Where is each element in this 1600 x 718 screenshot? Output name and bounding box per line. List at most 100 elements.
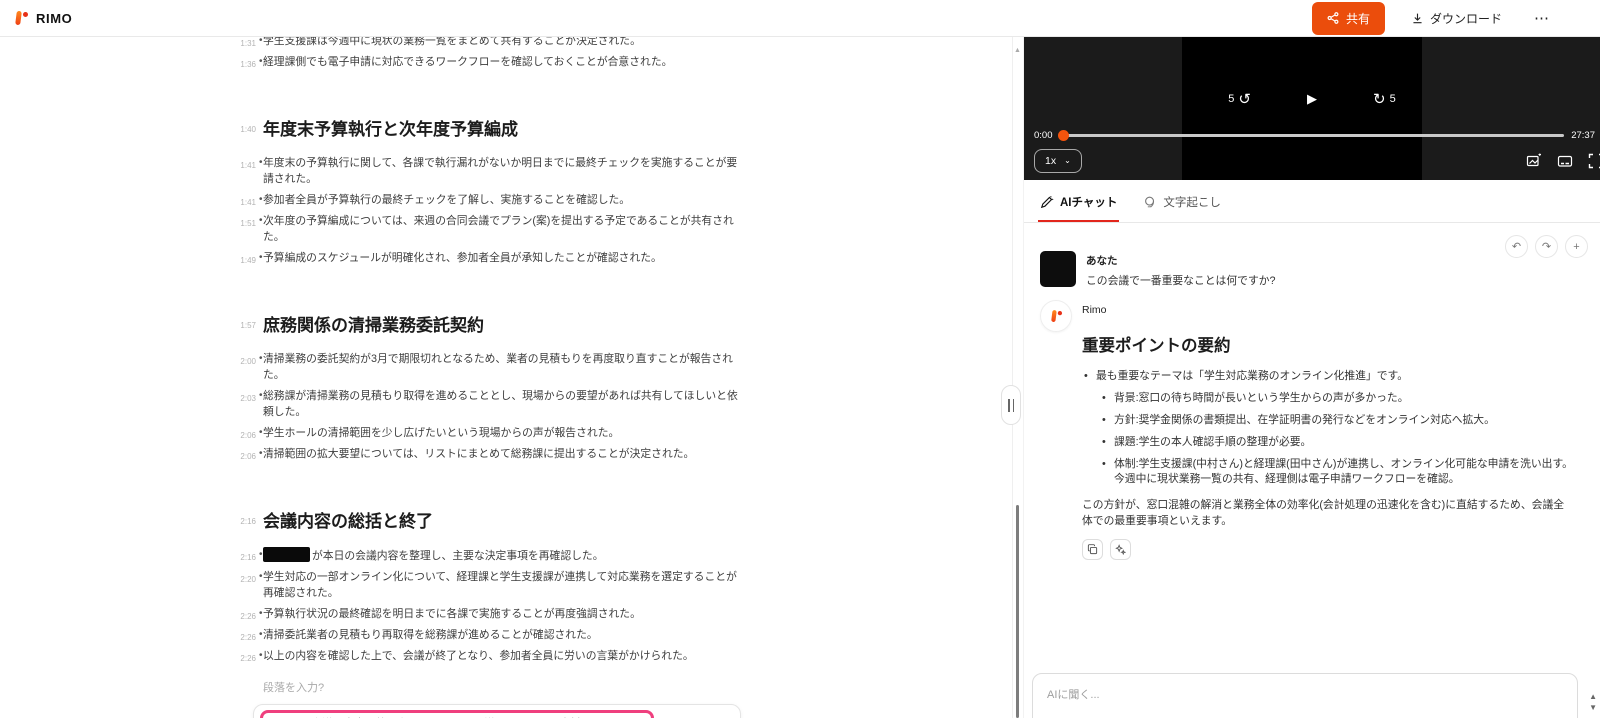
timestamp-link[interactable]: 1:41 — [236, 158, 256, 174]
seek-bar[interactable] — [1057, 130, 1565, 142]
share-icon — [1327, 12, 1339, 24]
doc-bullet-row: 1:41 参加者全員が予算執行の最終チェックを了解し、実施することを確認した。 — [236, 192, 741, 208]
doc-bullet-row: 2:00 清掃業務の委託契約が3月で期限切れとなるため、業者の見積もりを再度取り… — [236, 351, 741, 383]
timestamp-link[interactable]: 2:16 — [236, 517, 256, 526]
section-heading[interactable]: 会議内容の総括と終了 — [263, 512, 433, 531]
doc-section-cleaning: 1:57 庶務関係の清掃業務委託契約 2:00 清掃業務の委託契約が3月で期限切… — [236, 314, 741, 462]
section-heading-row: 1:40 年度末予算執行と次年度予算編成 — [236, 118, 741, 142]
timestamp-link[interactable]: 2:20 — [236, 572, 256, 588]
doc-bullet-row: 1:51 次年度の予算編成については、来週の合同会議でプラン(案)を提出する予定… — [236, 213, 741, 245]
new-chat-button[interactable]: + — [1565, 235, 1588, 258]
bullet-text[interactable]: 以上の内容を確認した上で、会議が終了となり、参加者全員に労いの言葉がかけられた。 — [263, 650, 694, 662]
doc-section-wrapup: 2:16 会議内容の総括と終了 2:16 が本日の会議内容を整理し、主要な決定事… — [236, 510, 741, 664]
timestamp-link[interactable]: 2:06 — [236, 449, 256, 465]
bullet-text[interactable]: 次年度の予算編成については、来週の合同会議でプラン(案)を提出する予定であること… — [263, 215, 734, 243]
ask-ai-input[interactable] — [1045, 688, 1569, 702]
bullet-text[interactable]: 経理課側でも電子申請に対応できるワークフローを確認しておくことが合意された。 — [263, 56, 672, 68]
doc-bullet-row: 2:16 が本日の会議内容を整理し、主要な決定事項を再確認した。 — [236, 547, 741, 564]
bullet-text[interactable]: 総務課が清掃業務の見積もり取得を進めることとし、現場からの要望があれば共有してほ… — [263, 390, 738, 418]
section-heading[interactable]: 年度末予算執行と次年度予算編成 — [263, 120, 518, 139]
bullet-text[interactable]: 清掃委託業者の見積もり再取得を総務課が進めることが確認された。 — [263, 629, 598, 641]
pane-resize-handle[interactable] — [1001, 385, 1021, 425]
bullet-text[interactable]: が本日の会議内容を整理し、主要な決定事項を再確認した。 — [263, 547, 604, 562]
user-name: あなた — [1086, 255, 1118, 267]
bullet-text[interactable]: 学生対応の一部オンライン化について、経理課と学生支援課が連携して対応業務を選定す… — [263, 571, 737, 599]
player-controls: 5 ↺ ▶ ↻ 5 — [1024, 89, 1600, 109]
timestamp-link[interactable]: 1:57 — [236, 321, 256, 330]
scroll-down-arrow[interactable]: ▼ — [1589, 704, 1597, 712]
section-heading-row: 1:57 庶務関係の清掃業務委託契約 — [236, 314, 741, 338]
paragraph-input-placeholder[interactable]: 段落を入力? — [263, 679, 741, 695]
main-area: 1:31 学生支援課は今週中に現状の業務一覧をまとめて共有することが決定された。… — [0, 37, 1600, 718]
rewind-5-button[interactable]: 5 ↺ — [1222, 89, 1257, 109]
timestamp-link[interactable]: 2:26 — [236, 630, 256, 646]
timestamp-link[interactable]: 1:41 — [236, 195, 256, 211]
tab-ai-chat[interactable]: AIチャット — [1037, 182, 1120, 222]
forward-5-button[interactable]: ↻ 5 — [1367, 89, 1402, 109]
more-menu-button[interactable]: ⋯ — [1528, 7, 1556, 29]
video-player[interactable]: 5 ↺ ▶ ↻ 5 0:00 27:37 1x ⌄ — [1024, 37, 1600, 180]
section-heading[interactable]: 庶務関係の清掃業務委託契約 — [263, 316, 484, 335]
ai-pen-icon — [1040, 195, 1054, 209]
bullet-text[interactable]: 清掃業務の委託契約が3月で期限切れとなるため、業者の見積もりを再度取り直すことが… — [263, 353, 733, 381]
bullet-text[interactable]: 予算執行状況の最終確認を明日までに各課で実施することが再度強調された。 — [263, 608, 641, 620]
scrollbar-thumb[interactable] — [1016, 505, 1019, 718]
captions-icon[interactable] — [1557, 153, 1573, 169]
timestamp-link[interactable]: 1:51 — [236, 216, 256, 232]
rimo-logo-text: RIMO — [36, 10, 73, 26]
meeting-notes-document: 1:31 学生支援課は今週中に現状の業務一覧をまとめて共有することが決定された。… — [236, 37, 741, 718]
seek-knob[interactable] — [1057, 130, 1069, 142]
copy-button[interactable] — [1082, 539, 1103, 560]
chevron-down-icon: ⌄ — [1064, 156, 1071, 165]
document-scrollbar[interactable]: ▲ — [1013, 37, 1024, 718]
chat-action-buttons: ↶ ↷ + — [1505, 235, 1588, 258]
doc-bullet-row: 1:41 年度末の予算執行に関して、各課で執行漏れがないか明日までに最終チェック… — [236, 155, 741, 187]
undo-button[interactable]: ↶ — [1505, 235, 1528, 258]
rimo-logo[interactable]: RIMO — [14, 10, 72, 27]
redo-button[interactable]: ↷ — [1535, 235, 1558, 258]
assistant-sub-point: 体制:学生支援課(中村さん)と経理課(田中さん)が連携し、オンライン化可能な申請… — [1100, 457, 1574, 487]
timestamp-link[interactable]: 1:31 — [236, 37, 256, 52]
share-button[interactable]: 共有 — [1311, 1, 1385, 35]
bullet-text[interactable]: 清掃範囲の拡大要望については、リストにまとめて総務課に提出することが決定された。 — [263, 448, 694, 460]
ask-ai-input-box[interactable] — [1032, 673, 1578, 718]
speed-value: 1x — [1045, 155, 1057, 167]
panel-scroll-arrows: ▲ ▼ — [1589, 693, 1597, 712]
play-button[interactable]: ▶ — [1301, 90, 1323, 108]
bullet-text[interactable]: 学生ホールの清掃範囲を少し広げたいという現場からの声が報告された。 — [263, 427, 619, 439]
doc-bullet-row: 2:20 学生対応の一部オンライン化について、経理課と学生支援課が連携して対応業… — [236, 569, 741, 601]
timestamp-link[interactable]: 1:36 — [236, 57, 256, 73]
regenerate-button[interactable] — [1110, 539, 1131, 560]
bullet-text[interactable]: 年度末の予算執行に関して、各課で執行漏れがないか明日までに最終チェックを実施する… — [263, 157, 737, 185]
rimo-avatar — [1040, 300, 1072, 332]
scrollbar-up-arrow[interactable]: ▲ — [1014, 47, 1021, 54]
bullet-text-after-redaction: が本日の会議内容を整理し、主要な決定事項を再確認した。 — [312, 550, 604, 562]
section-heading-row: 2:16 会議内容の総括と終了 — [236, 510, 741, 534]
timestamp-link[interactable]: 2:26 — [236, 609, 256, 625]
timestamp-link[interactable]: 1:40 — [236, 125, 256, 134]
assistant-name: Rimo — [1082, 304, 1107, 316]
forward-5-label: 5 — [1389, 93, 1396, 105]
download-button[interactable]: ダウンロード — [1405, 9, 1508, 28]
timestamp-link[interactable]: 2:06 — [236, 428, 256, 444]
timestamp-link[interactable]: 2:00 — [236, 354, 256, 370]
fullscreen-icon[interactable] — [1588, 153, 1600, 169]
timestamp-link[interactable]: 2:03 — [236, 391, 256, 407]
bullet-text[interactable]: 参加者全員が予算執行の最終チェックを了解し、実施することを確認した。 — [263, 194, 630, 206]
playback-speed-button[interactable]: 1x ⌄ — [1034, 149, 1082, 173]
tab-transcript[interactable]: 文字起こし — [1143, 182, 1221, 222]
doc-bullet-row: 2:03 総務課が清掃業務の見積もり取得を進めることとし、現場からの要望があれば… — [236, 388, 741, 420]
assistant-message: Rimo 重要ポイントの要約 最も重要なテーマは「学生対応業務のオンライン化推進… — [1040, 300, 1584, 560]
doc-bullet-row: 2:26 以上の内容を確認した上で、会議が終了となり、参加者全員に労いの言葉がか… — [236, 648, 741, 664]
ai-suggestion-item[interactable]: この会議の内容を第三者にわかりやすく説明するための資料のアウトラインを作成して — [260, 710, 654, 718]
bullet-text[interactable]: 予算編成のスケジュールが明確化され、参加者全員が承知したことが確認された。 — [263, 252, 662, 264]
user-message: あなた この会議で一番重要なことは何ですか? — [1040, 251, 1584, 288]
timestamp-link[interactable]: 2:26 — [236, 651, 256, 667]
scroll-up-arrow[interactable]: ▲ — [1589, 693, 1597, 701]
sparkle-icon — [1115, 544, 1126, 555]
timestamp-link[interactable]: 1:49 — [236, 253, 256, 269]
bullet-text[interactable]: 学生支援課は今週中に現状の業務一覧をまとめて共有することが決定された。 — [263, 37, 641, 47]
timestamp-link[interactable]: 2:16 — [236, 550, 256, 566]
screenshot-icon[interactable] — [1526, 153, 1542, 169]
assistant-sub-point: 背景:窓口の待ち時間が長いという学生からの声が多かった。 — [1100, 391, 1574, 406]
